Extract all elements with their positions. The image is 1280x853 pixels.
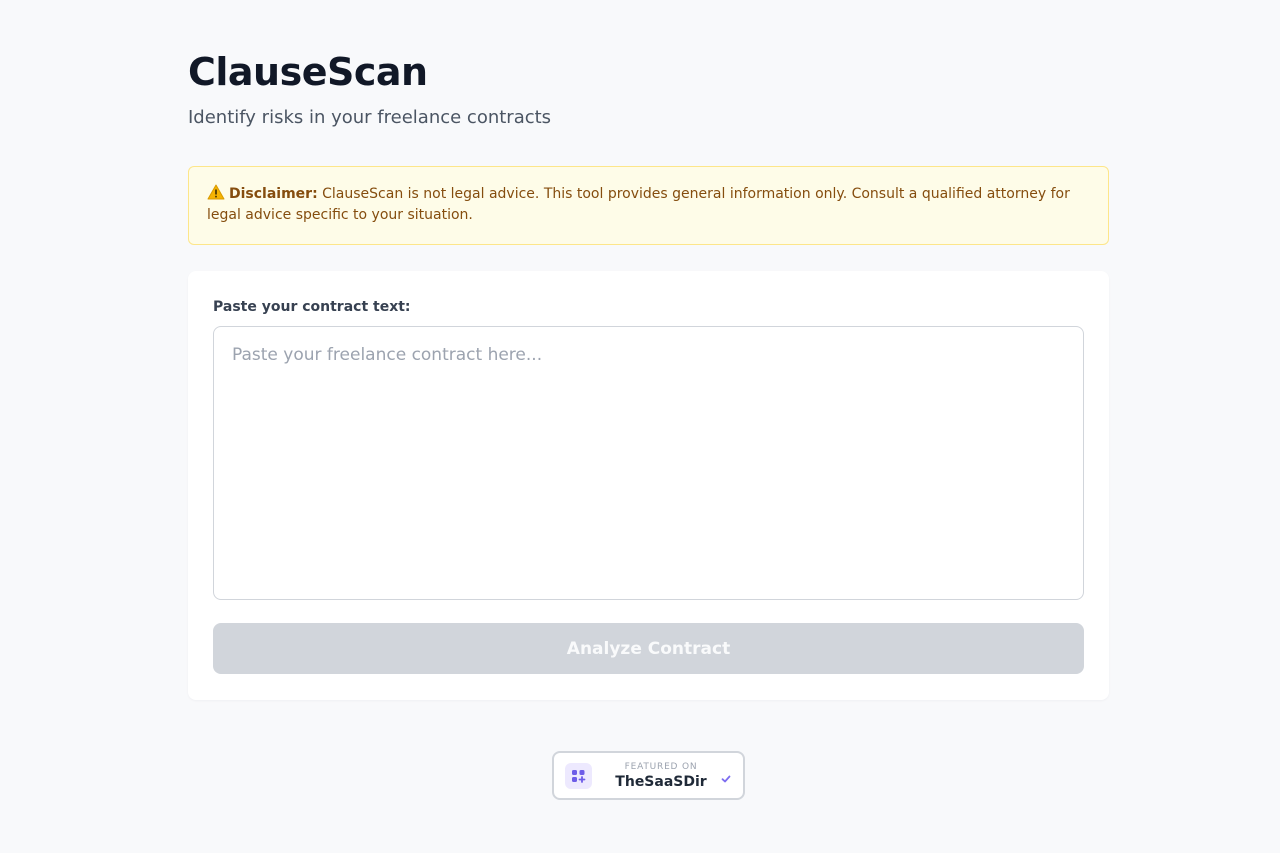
analyze-contract-button[interactable]: Analyze Contract: [213, 623, 1084, 674]
verified-check-icon: [720, 770, 732, 789]
badge-caption: FEATURED ON: [624, 762, 698, 772]
grid-logo-icon: [565, 763, 592, 789]
page-title: ClauseScan: [188, 50, 428, 94]
disclaimer-text: ClauseScan is not legal advice. This too…: [207, 186, 1070, 223]
contract-form-card: Paste your contract text: Analyze Contra…: [188, 271, 1109, 700]
badge-name: TheSaaSDir: [615, 774, 707, 790]
disclaimer-banner: Disclaimer: ClauseScan is not legal advi…: [188, 166, 1109, 245]
page-subtitle: Identify risks in your freelance contrac…: [188, 107, 552, 128]
warning-icon: [207, 184, 225, 200]
disclaimer-label: Disclaimer:: [229, 186, 318, 202]
contract-field-label: Paste your contract text:: [213, 299, 411, 315]
featured-badge-link[interactable]: FEATURED ON TheSaaSDir: [552, 751, 745, 800]
contract-text-input[interactable]: [213, 326, 1084, 600]
